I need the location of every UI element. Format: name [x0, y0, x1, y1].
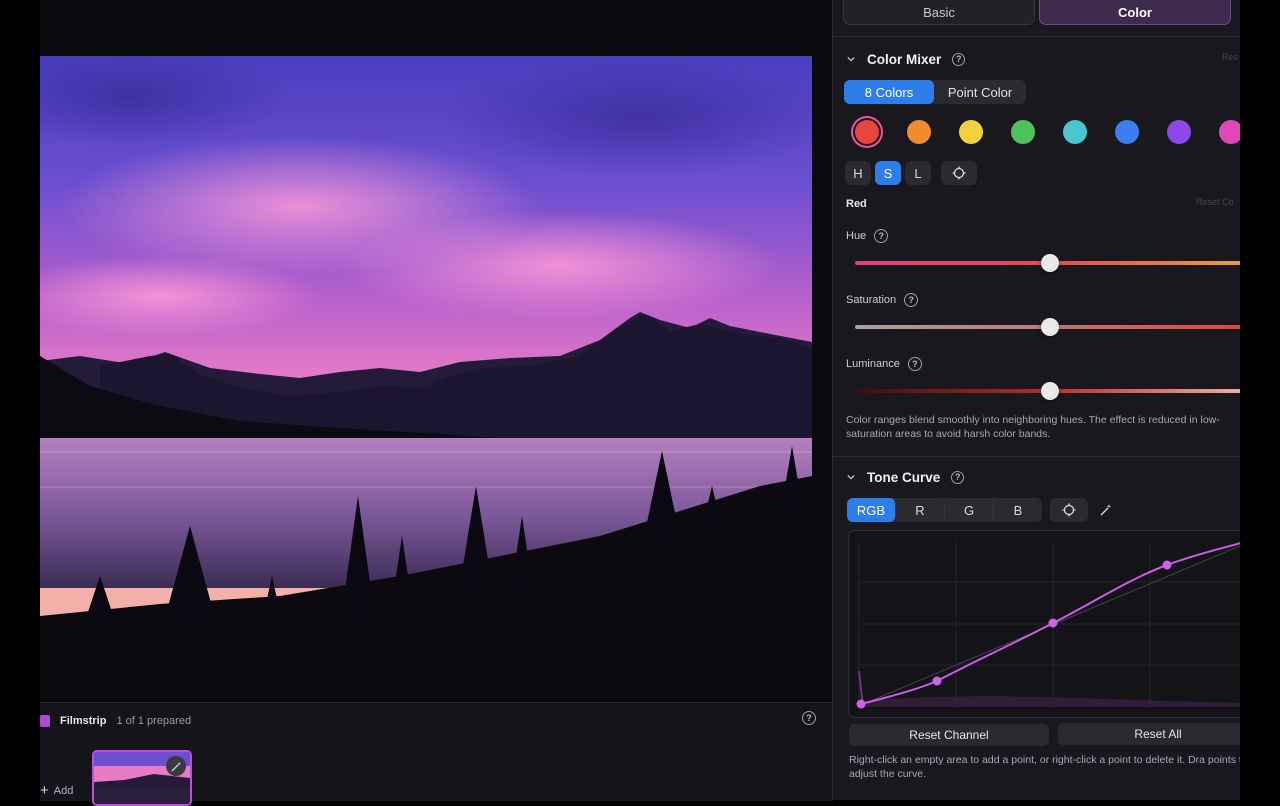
hsl-toggle-group: H S L: [845, 161, 977, 185]
filmstrip-count: 1 of 1 prepared: [116, 715, 192, 727]
image-viewer: [40, 0, 834, 702]
hue-label: Hue: [846, 230, 867, 242]
crosshair-icon: [952, 166, 966, 180]
swatch-magenta[interactable]: [1219, 120, 1241, 144]
chevron-down-icon: [847, 474, 855, 480]
luminance-label: Luminance: [846, 358, 900, 370]
crosshair-icon: [1062, 503, 1076, 517]
saturation-help-icon[interactable]: ?: [904, 293, 919, 307]
adjustments-panel: Basic Color Color Mixer ? Res 8 Colors P…: [832, 0, 1241, 800]
filmstrip-icon: [40, 715, 50, 727]
thumbnail-magic-wand-icon[interactable]: [166, 756, 186, 776]
color-mixer-header[interactable]: Color Mixer ?: [847, 49, 966, 69]
tab-basic[interactable]: Basic: [843, 0, 1035, 25]
hsl-saturation-button[interactable]: S: [875, 161, 901, 185]
target-adjust-button[interactable]: [941, 161, 977, 185]
color-mixer-help-icon[interactable]: ?: [952, 52, 966, 66]
hue-slider-label: Hue ?: [846, 229, 889, 243]
channel-g[interactable]: G: [945, 498, 994, 522]
reset-color-button[interactable]: Reset Co: [1196, 197, 1234, 207]
tone-curve-canvas: [856, 539, 1241, 709]
channel-r[interactable]: R: [896, 498, 945, 522]
swatch-aqua[interactable]: [1063, 120, 1087, 144]
color-mixer-note: Color ranges blend smoothly into neighbo…: [846, 414, 1220, 440]
swatch-blue[interactable]: [1115, 120, 1139, 144]
tab-color[interactable]: Color: [1039, 0, 1231, 25]
hue-help-icon[interactable]: ?: [874, 229, 889, 243]
current-color-label: Red: [846, 198, 867, 210]
luminance-help-icon[interactable]: ?: [907, 357, 922, 371]
curve-target-button[interactable]: [1050, 498, 1088, 522]
swatch-orange[interactable]: [907, 120, 931, 144]
swatch-green[interactable]: [1011, 120, 1035, 144]
tone-curve-channel-segment: RGB R G B: [847, 498, 1116, 522]
channel-rgb[interactable]: RGB: [847, 498, 896, 522]
tone-curve-help-icon[interactable]: ?: [951, 470, 965, 484]
filmstrip-title: Filmstrip: [60, 715, 107, 727]
window-edge: [1240, 0, 1280, 800]
mode-tabs: Basic Color: [833, 0, 1241, 28]
saturation-label: Saturation: [846, 294, 897, 306]
hsl-luminance-button[interactable]: L: [905, 161, 931, 185]
tone-curve-graph[interactable]: [848, 530, 1241, 718]
swatch-red[interactable]: [855, 120, 879, 144]
tone-curve-header[interactable]: Tone Curve ?: [847, 467, 965, 487]
color-mixer-title: Color Mixer: [867, 51, 942, 67]
tone-curve-title: Tone Curve: [867, 469, 941, 485]
saturation-slider-knob[interactable]: [1041, 318, 1059, 336]
luminance-slider-knob[interactable]: [1041, 382, 1059, 400]
reset-channel-button[interactable]: Reset Channel: [849, 724, 1049, 746]
mode-point-color[interactable]: Point Color: [934, 80, 1026, 104]
luminance-slider-label: Luminance ?: [846, 357, 922, 371]
hsl-hue-button[interactable]: H: [845, 161, 871, 185]
preview-photo: [40, 56, 812, 636]
auto-curve-button[interactable]: [1096, 498, 1116, 522]
reset-all-button[interactable]: Reset All: [1058, 723, 1241, 745]
magic-wand-icon: [1100, 504, 1112, 516]
add-photo-label: Add: [53, 785, 74, 797]
color-swatches: [849, 116, 1241, 148]
saturation-slider-label: Saturation ?: [846, 293, 919, 307]
channel-b[interactable]: B: [994, 498, 1042, 522]
color-mixer-mode-segment: 8 Colors Point Color: [844, 80, 1026, 104]
filmstrip-help-icon[interactable]: ?: [802, 711, 816, 725]
tone-curve-hint: Right-click an empty area to add a point…: [849, 754, 1241, 780]
mode-8-colors[interactable]: 8 Colors: [844, 80, 934, 104]
hue-slider-knob[interactable]: [1041, 254, 1059, 272]
plus-icon: +: [40, 782, 49, 799]
color-mixer-reset[interactable]: Res: [1222, 52, 1238, 62]
swatch-yellow[interactable]: [959, 120, 983, 144]
filmstrip-panel: Filmstrip 1 of 1 prepared ? + Add: [40, 702, 834, 806]
swatch-purple[interactable]: [1167, 120, 1191, 144]
chevron-down-icon: [847, 56, 855, 62]
add-photo-button[interactable]: + Add: [40, 782, 74, 799]
filmstrip-thumbnail[interactable]: [92, 750, 192, 806]
